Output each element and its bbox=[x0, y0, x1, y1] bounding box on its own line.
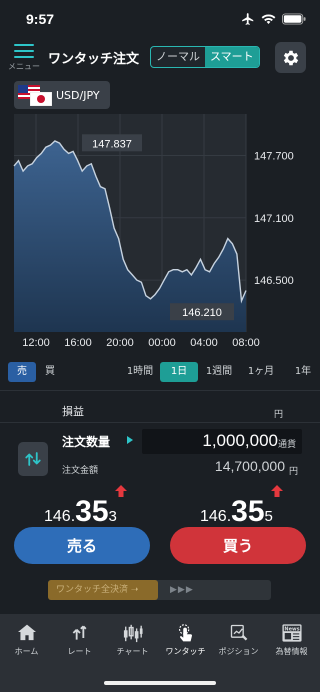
chart-x-tick-label: 04:00 bbox=[190, 337, 218, 349]
pl-label: 損益 bbox=[62, 405, 84, 418]
status-bar: 9:57 bbox=[0, 0, 320, 40]
app-header: メニュー ワンタッチ注文 ノーマル スマート bbox=[0, 40, 320, 76]
amount-unit: 円 bbox=[289, 467, 299, 477]
ask-price-pips: 35 bbox=[231, 495, 265, 528]
mode-toggle[interactable]: ノーマル スマート bbox=[150, 46, 260, 68]
chart-y-tick-label: 146.500 bbox=[254, 275, 294, 287]
status-icons bbox=[241, 12, 306, 26]
tab-buy-side[interactable]: 買 bbox=[36, 362, 64, 382]
period-1h[interactable]: 1時間 bbox=[120, 362, 160, 382]
quantity-arrow-icon bbox=[127, 436, 133, 444]
nav-chart[interactable]: チャート bbox=[106, 614, 159, 660]
news-badge-text: News bbox=[284, 626, 299, 632]
buy-button[interactable]: 買う bbox=[170, 527, 306, 564]
amount-label: 注文金額 bbox=[62, 466, 99, 476]
rate-arrows-icon bbox=[72, 625, 86, 640]
menu-button[interactable]: メニュー bbox=[8, 40, 40, 72]
wifi-icon bbox=[261, 14, 276, 24]
settings-button[interactable] bbox=[275, 42, 306, 73]
nav-home-label: ホーム bbox=[14, 647, 39, 656]
settle-all-slider[interactable]: ワンタッチ全決済 ➝ ▶▶▶ bbox=[48, 580, 271, 600]
jp-flag-icon bbox=[30, 92, 52, 106]
status-time: 9:57 bbox=[26, 11, 55, 27]
home-indicator bbox=[104, 681, 216, 685]
divider bbox=[0, 422, 320, 423]
bid-price-fraction: 3 bbox=[108, 508, 117, 525]
currency-pair-selector[interactable]: USD/JPY bbox=[14, 81, 110, 109]
quantity-value: 1,000,000 bbox=[202, 431, 278, 450]
period-1m[interactable]: 1ヶ月 bbox=[242, 362, 280, 382]
price-chart-svg: 147.700 147.100 146.500 12:00 16:00 20:00 00:0… bbox=[13, 114, 294, 349]
settle-chevrons: ▶▶▶ bbox=[170, 585, 194, 595]
candlestick-icon bbox=[123, 624, 143, 643]
chart-x-tick-label: 16:00 bbox=[64, 337, 92, 349]
quantity-label: 注文数量 bbox=[62, 435, 111, 449]
side-tabs: 売 買 bbox=[8, 362, 64, 382]
nav-rate-label: レート bbox=[67, 647, 92, 656]
ask-price-fraction: 5 bbox=[264, 508, 273, 525]
quantity-input[interactable]: 1,000,000 通貨 bbox=[142, 429, 302, 454]
bid-price: 146. 35 3 bbox=[44, 495, 117, 529]
chart-x-tick-label: 08:00 bbox=[232, 337, 260, 349]
pl-unit: 円 bbox=[274, 410, 284, 420]
period-tabs: 1時間 1日 1週間 1ヶ月 1年 bbox=[120, 362, 318, 382]
nav-position-label: ポジション bbox=[218, 647, 259, 656]
nav-news[interactable]: News 為替情報 bbox=[265, 614, 318, 660]
position-icon bbox=[230, 624, 247, 641]
swap-arrows-icon bbox=[25, 452, 41, 466]
battery-icon bbox=[282, 13, 306, 25]
home-icon bbox=[17, 624, 36, 641]
news-icon: News bbox=[281, 624, 302, 642]
nav-news-label: 為替情報 bbox=[275, 647, 308, 656]
nav-chart-label: チャート bbox=[116, 647, 149, 656]
chart-low-label: 146.210 bbox=[182, 307, 222, 319]
chart-x-tick-label: 20:00 bbox=[106, 337, 134, 349]
nav-position[interactable]: ポジション bbox=[212, 614, 265, 660]
currency-pair-label: USD/JPY bbox=[56, 88, 100, 102]
nav-rate[interactable]: レート bbox=[53, 614, 106, 660]
nav-onetouch[interactable]: ワンタッチ bbox=[159, 614, 212, 660]
period-1d[interactable]: 1日 bbox=[160, 362, 198, 382]
chart-y-tick-label: 147.700 bbox=[254, 151, 294, 163]
bid-price-prefix: 146. bbox=[44, 508, 76, 525]
chart-x-tick-label: 00:00 bbox=[148, 337, 176, 349]
chart-high-label: 147.837 bbox=[92, 138, 132, 150]
hamburger-icon bbox=[14, 44, 34, 46]
mode-smart-option[interactable]: スマート bbox=[205, 47, 259, 67]
price-chart[interactable]: 147.700 147.100 146.500 12:00 16:00 20:00 00:0… bbox=[0, 114, 320, 354]
tab-sell-side[interactable]: 売 bbox=[8, 362, 36, 382]
ask-price: 146. 35 5 bbox=[200, 495, 273, 529]
mode-normal-option[interactable]: ノーマル bbox=[151, 47, 205, 67]
settle-all-label[interactable]: ワンタッチ全決済 ➝ bbox=[48, 580, 158, 600]
menu-label: メニュー bbox=[8, 62, 40, 71]
page-title: ワンタッチ注文 bbox=[48, 52, 140, 67]
quantity-unit: 通貨 bbox=[277, 440, 296, 450]
gear-icon bbox=[283, 50, 298, 65]
chart-x-tick-label: 12:00 bbox=[22, 337, 50, 349]
period-1w[interactable]: 1週間 bbox=[200, 362, 238, 382]
nav-home[interactable]: ホーム bbox=[0, 614, 53, 660]
ask-price-prefix: 146. bbox=[200, 508, 232, 525]
touch-hand-icon bbox=[178, 624, 192, 642]
amount-value: 14,700,000 bbox=[214, 458, 285, 474]
divider bbox=[0, 390, 320, 391]
bid-price-pips: 35 bbox=[75, 495, 109, 528]
sell-button[interactable]: 売る bbox=[14, 527, 150, 564]
chart-y-tick-label: 147.100 bbox=[254, 213, 294, 225]
swap-button[interactable] bbox=[18, 442, 48, 476]
nav-onetouch-label: ワンタッチ bbox=[165, 647, 206, 656]
period-1y[interactable]: 1年 bbox=[288, 362, 318, 382]
airplane-icon bbox=[242, 13, 254, 25]
